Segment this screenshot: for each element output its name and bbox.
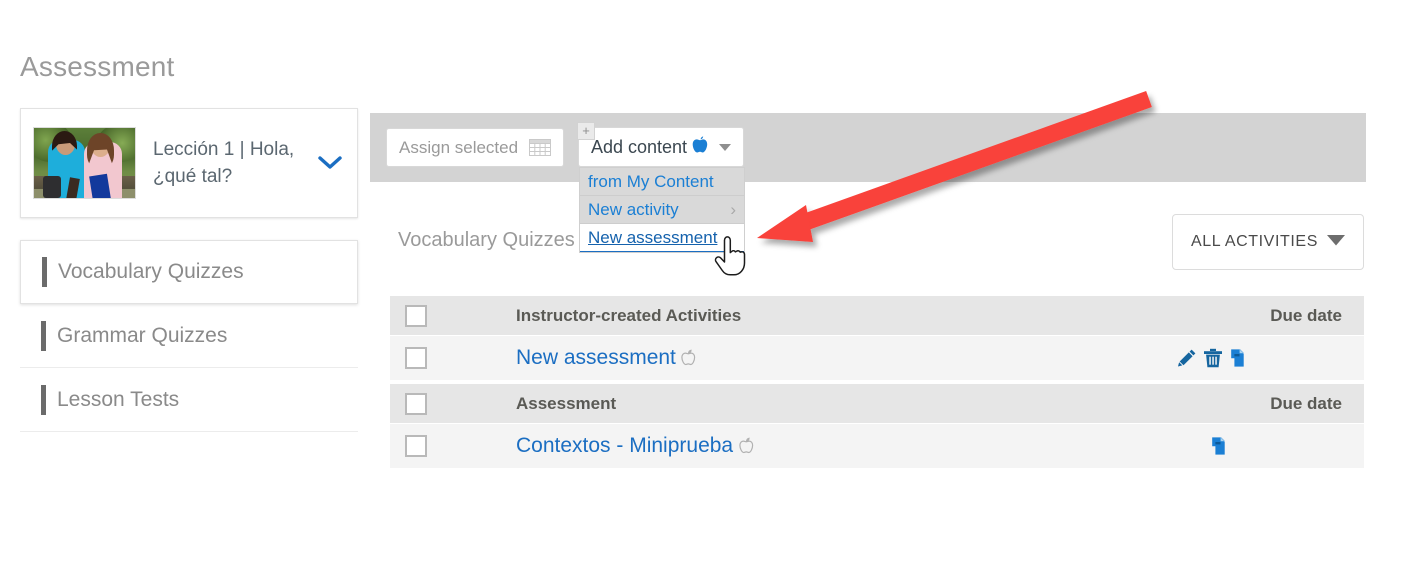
active-marker xyxy=(42,257,47,287)
menu-item-new-activity[interactable]: New activity › xyxy=(580,196,744,224)
select-all-cell xyxy=(390,392,442,415)
lesson-selector-card[interactable]: Lección 1 | Hola, ¿qué tal? xyxy=(20,108,358,218)
row-actions xyxy=(1154,436,1364,456)
assign-selected-label: Assign selected xyxy=(399,137,519,157)
row-select-cell xyxy=(390,347,442,369)
select-all-cell xyxy=(390,304,442,327)
delete-trash-icon[interactable] xyxy=(1203,348,1223,368)
lesson-title: Lección 1 | Hola, ¿qué tal? xyxy=(153,139,295,187)
select-all-checkbox[interactable] xyxy=(405,392,427,415)
menu-item-label: New activity xyxy=(588,199,679,219)
activities-filter-dropdown[interactable]: ALL ACTIVITIES xyxy=(1172,214,1364,270)
item-marker xyxy=(41,320,46,351)
section-heading: Vocabulary Quizzes xyxy=(398,229,575,251)
menu-item-from-my-content[interactable]: from My Content xyxy=(580,168,744,196)
calendar-grid-icon xyxy=(529,139,551,156)
table-row: Contextos - Miniprueba xyxy=(390,424,1364,468)
row-name-cell: New assessment xyxy=(442,346,1154,371)
item-marker xyxy=(41,384,46,415)
activities-table: Instructor-created Activities Due date N… xyxy=(390,296,1364,468)
table-section-header: Instructor-created Activities Due date xyxy=(390,296,1364,335)
column-header-name: Assessment xyxy=(516,393,617,413)
menu-item-label: New assessment xyxy=(588,227,718,247)
sidebar-item-label: Vocabulary Quizzes xyxy=(58,260,244,283)
sidebar-item-label: Grammar Quizzes xyxy=(57,323,228,347)
menu-item-label: from My Content xyxy=(588,171,714,191)
apple-outline-icon xyxy=(681,349,696,370)
chevron-right-icon: › xyxy=(730,199,736,219)
caret-down-icon xyxy=(719,143,732,151)
row-checkbox[interactable] xyxy=(405,435,427,457)
add-content-label: Add content xyxy=(590,136,688,157)
duplicate-copy-icon[interactable] xyxy=(1229,348,1249,368)
add-content-button[interactable]: + Add content xyxy=(577,122,744,167)
chevron-down-icon[interactable] xyxy=(315,155,345,171)
activity-link[interactable]: New assessment xyxy=(516,346,676,369)
row-checkbox[interactable] xyxy=(405,347,427,369)
activity-link[interactable]: Contextos - Miniprueba xyxy=(516,434,733,457)
activities-filter-value: ALL ACTIVITIES xyxy=(1191,233,1318,250)
sidebar-nav: Vocabulary Quizzes Grammar Quizzes Lesso… xyxy=(20,240,358,432)
plus-badge-icon: + xyxy=(577,122,595,140)
row-actions xyxy=(1154,348,1364,368)
add-content-menu-wrapper: + Add content from My Content New activi… xyxy=(577,122,745,253)
column-header-due-date: Due date xyxy=(1270,393,1342,413)
column-header-name: Instructor-created Activities xyxy=(516,305,742,325)
content-toolbar: Assign selected + Add content from My Co… xyxy=(370,113,1366,253)
page-title: Assessment xyxy=(20,51,175,82)
sidebar-item-vocabulary-quizzes[interactable]: Vocabulary Quizzes xyxy=(20,240,358,304)
sidebar-item-lesson-tests[interactable]: Lesson Tests xyxy=(20,368,358,432)
apple-icon xyxy=(692,135,708,159)
caret-down-icon xyxy=(1327,233,1345,251)
sidebar-item-grammar-quizzes[interactable]: Grammar Quizzes xyxy=(20,304,358,368)
duplicate-copy-icon[interactable] xyxy=(1210,436,1230,456)
row-select-cell xyxy=(390,435,442,457)
add-content-dropdown-menu: from My Content New activity › New asses… xyxy=(579,167,745,253)
table-section-header: Assessment Due date xyxy=(390,384,1364,423)
select-all-checkbox[interactable] xyxy=(405,304,427,327)
sidebar-item-label: Lesson Tests xyxy=(57,387,180,411)
lesson-thumbnail-two-students xyxy=(33,127,136,199)
table-row: New assessment xyxy=(390,336,1364,380)
assign-selected-button[interactable]: Assign selected xyxy=(386,128,564,167)
apple-outline-icon xyxy=(738,437,754,458)
column-header-due-date: Due date xyxy=(1270,305,1342,325)
edit-pencil-icon[interactable] xyxy=(1177,348,1197,368)
menu-item-new-assessment[interactable]: New assessment xyxy=(580,224,744,252)
row-name-cell: Contextos - Miniprueba xyxy=(442,434,1154,459)
